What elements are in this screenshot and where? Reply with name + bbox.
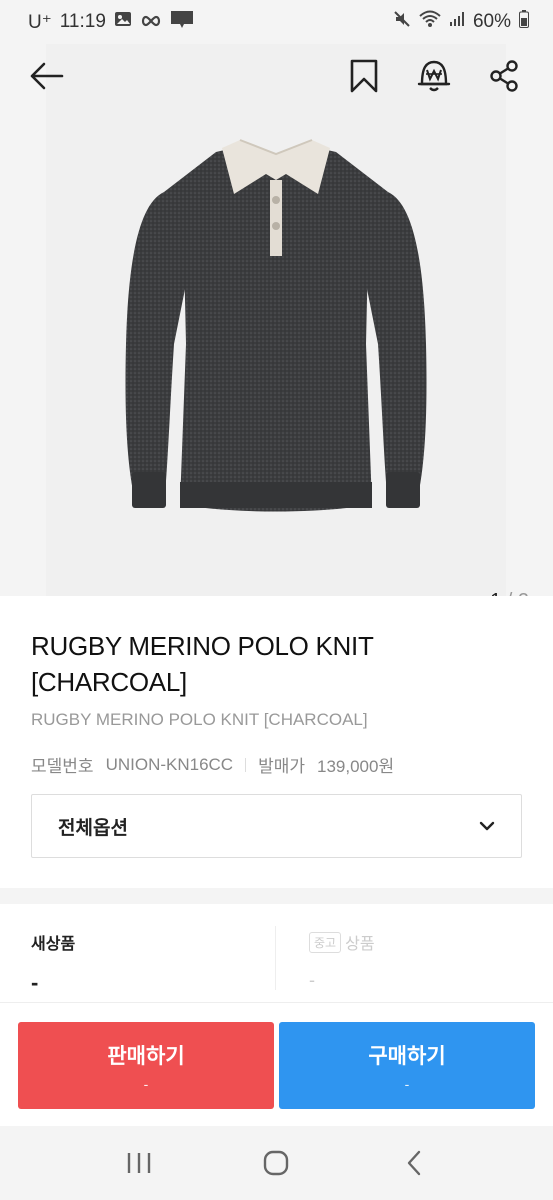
status-bar: U⁺ 11:19 60% [0,0,553,44]
used-price-label: 상품 [345,936,375,953]
product-gallery[interactable]: 1 / 2 [0,44,553,612]
home-icon [264,1150,289,1176]
mute-icon [393,10,411,34]
back-button[interactable] [24,54,68,98]
bottom-action-bar: 판매하기 - 구매하기 - [0,1002,553,1126]
home-button[interactable] [246,1138,306,1188]
signal-icon [449,11,465,33]
system-navigation-bar [0,1126,553,1200]
release-price-value: 139,000원 [317,757,395,776]
recent-apps-icon [127,1153,151,1173]
bookmark-icon [350,59,378,93]
chevron-down-icon [479,821,495,831]
status-right: 60% [393,10,529,34]
section-divider [0,888,553,904]
used-price-column[interactable]: 중고 상품 - [275,926,553,990]
battery-icon [519,10,529,34]
product-title: RUGBY MERINO POLO KNIT [CHARCOAL] [31,631,374,697]
model-number-value: UNION-KN16CC [105,754,234,774]
top-navigation [0,44,553,108]
model-number-label: 모델번호 [31,757,94,776]
infinity-icon [140,11,162,33]
gallery-icon [114,11,132,33]
back-arrow-icon [30,62,64,90]
used-badge: 중고 [309,931,342,953]
used-price-value: - [309,970,315,990]
product-image[interactable] [46,44,506,596]
share-icon [490,60,518,92]
price-alert-icon [417,60,451,92]
battery-percent: 60% [472,11,511,32]
new-price-column[interactable]: 새상품 - [0,904,275,1002]
product-info: RUGBY MERINO POLO KNIT [CHARCOAL] RUGBY … [0,596,553,777]
buy-button-price: - [404,1075,410,1092]
product-meta: 모델번호 UNION-KN16CC 발매가 139,000원 [31,752,522,777]
new-price-label: 새상품 [31,936,76,953]
clock: 11:19 [59,11,106,32]
system-back-button[interactable] [384,1138,444,1188]
recent-apps-button[interactable] [109,1138,169,1188]
status-left: U⁺ 11:19 [28,9,194,35]
knit-sweater-illustration [125,139,427,512]
used-price-label-row: 중고 상품 [309,930,522,954]
sell-button-label: 판매하기 [107,1044,185,1068]
option-select-label: 전체옵션 [58,817,128,839]
sell-button[interactable]: 판매하기 - [18,1022,274,1109]
buy-button-label: 구매하기 [368,1044,446,1068]
price-summary: 새상품 - 중고 상품 - [0,904,553,1002]
meta-divider [245,757,247,772]
share-button[interactable] [482,54,526,98]
carrier-label: U⁺ [28,11,52,33]
product-subtitle: RUGBY MERINO POLO KNIT [CHARCOAL] [31,710,368,729]
price-alert-button[interactable] [412,54,456,98]
new-price-value: - [31,970,39,995]
bookmark-button[interactable] [342,54,386,98]
sell-button-price: - [143,1075,149,1092]
buy-button[interactable]: 구매하기 - [279,1022,535,1109]
wifi-icon [419,10,441,34]
system-back-icon [407,1150,421,1176]
release-price-label: 발매가 [258,757,306,776]
webtoon-icon [170,9,194,35]
option-select[interactable]: 전체옵션 [31,794,522,858]
